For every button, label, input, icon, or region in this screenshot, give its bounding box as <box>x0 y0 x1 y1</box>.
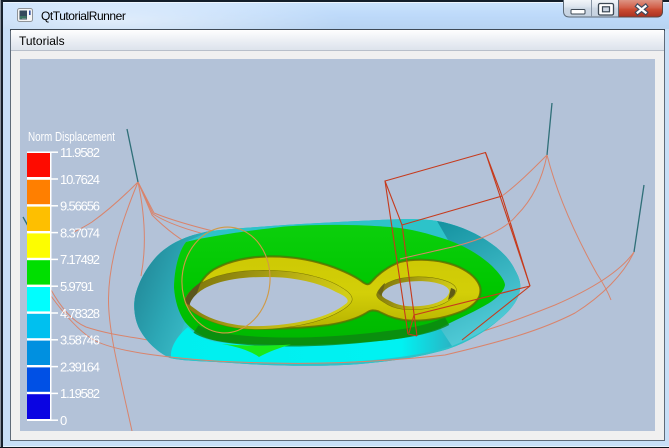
svg-text:11.9582: 11.9582 <box>60 145 100 160</box>
svg-text:10.7624: 10.7624 <box>60 172 100 187</box>
svg-text:4.78328: 4.78328 <box>60 306 100 321</box>
svg-text:8.37074: 8.37074 <box>60 225 100 240</box>
svg-text:9.56656: 9.56656 <box>60 199 100 214</box>
svg-text:3.58746: 3.58746 <box>60 333 100 348</box>
svg-text:1.19582: 1.19582 <box>60 386 100 401</box>
svg-text:Norm Displacement: Norm Displacement <box>28 129 115 144</box>
svg-text:2.39164: 2.39164 <box>60 359 100 374</box>
svg-text:5.9791: 5.9791 <box>60 279 94 294</box>
svg-text:0: 0 <box>60 413 67 428</box>
svg-text:7.17492: 7.17492 <box>60 252 100 267</box>
